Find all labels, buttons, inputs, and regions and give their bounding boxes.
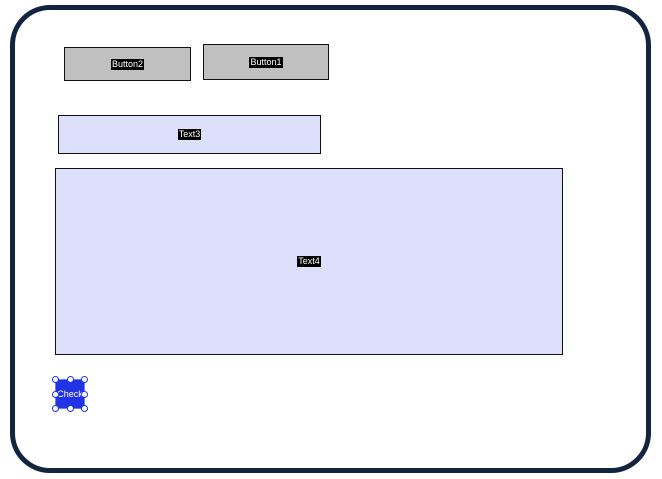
text4-widget[interactable]: Text4	[55, 168, 563, 355]
resize-handle-bottom-left[interactable]	[52, 405, 59, 412]
text4-label: Text4	[297, 256, 321, 267]
design-canvas: Button2 Button1 Text3 Text4 Check	[0, 0, 662, 479]
resize-handle-right[interactable]	[81, 391, 88, 398]
resize-handle-top-right[interactable]	[81, 376, 88, 383]
button1-label: Button1	[249, 56, 283, 68]
check-widget-selected[interactable]: Check	[52, 376, 88, 412]
button1-widget[interactable]: Button1	[203, 44, 329, 80]
resize-handle-top-left[interactable]	[52, 376, 59, 383]
check-label: Check	[57, 388, 83, 399]
button2-widget[interactable]: Button2	[64, 47, 191, 81]
resize-handle-left[interactable]	[52, 391, 59, 398]
resize-handle-bottom-right[interactable]	[81, 405, 88, 412]
resize-handle-top[interactable]	[67, 376, 74, 383]
text3-label: Text3	[177, 129, 202, 140]
resize-handle-bottom[interactable]	[67, 405, 74, 412]
button2-label: Button2	[110, 58, 145, 70]
text3-widget[interactable]: Text3	[58, 115, 321, 154]
